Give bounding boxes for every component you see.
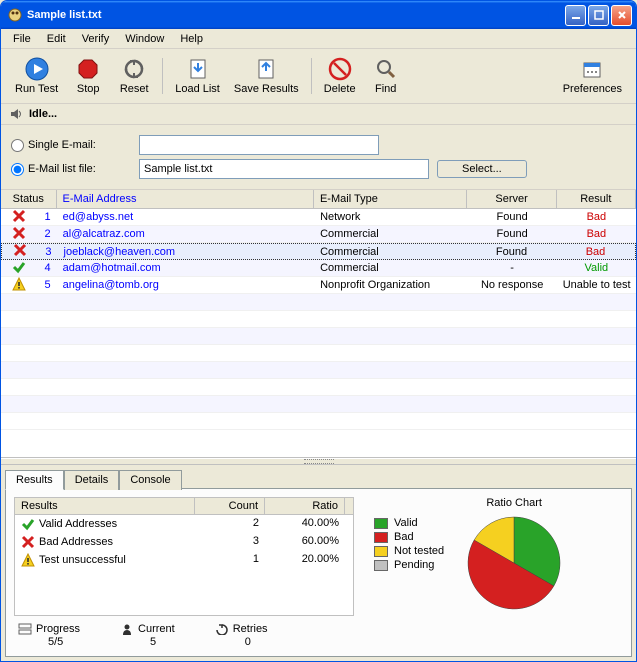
grid-header: Status E-Mail Address E-Mail Type Server…	[1, 190, 636, 209]
load-list-button[interactable]: Load List	[169, 55, 226, 97]
status-text: Idle...	[29, 108, 57, 120]
delete-button[interactable]: Delete	[318, 55, 362, 97]
list-file-input[interactable]	[139, 159, 429, 179]
select-button[interactable]: Select...	[437, 160, 527, 178]
save-icon	[254, 57, 278, 81]
status-icon	[13, 243, 27, 257]
stop-button[interactable]: Stop	[66, 55, 110, 97]
play-icon	[25, 57, 49, 81]
save-results-button[interactable]: Save Results	[228, 55, 305, 97]
tab-details[interactable]: Details	[64, 470, 120, 490]
table-row-empty	[1, 413, 636, 430]
chart-legend: Valid Bad Not tested Pending	[374, 497, 444, 616]
col-result[interactable]: Result	[557, 190, 636, 208]
single-email-radio[interactable]	[11, 139, 24, 152]
legend-box-nottested	[374, 546, 388, 557]
menubar: File Edit Verify Window Help	[1, 29, 636, 49]
reset-button[interactable]: Reset	[112, 55, 156, 97]
status-bar: Idle...	[1, 104, 636, 125]
window-title: Sample list.txt	[27, 9, 565, 21]
input-area: Single E-mail: E-Mail list file: Select.…	[1, 125, 636, 190]
load-icon	[186, 57, 210, 81]
menu-window[interactable]: Window	[117, 31, 172, 47]
status-icon	[21, 517, 35, 531]
app-icon	[7, 7, 23, 23]
res-col-label: Results	[15, 498, 195, 514]
table-row-empty	[1, 328, 636, 345]
status-icon	[21, 553, 35, 567]
progress-icon	[18, 622, 32, 636]
menu-file[interactable]: File	[5, 31, 39, 47]
menu-edit[interactable]: Edit	[39, 31, 74, 47]
table-row[interactable]: 3joeblack@heaven.comCommercialFoundBad	[1, 243, 636, 260]
menu-verify[interactable]: Verify	[74, 31, 118, 47]
preferences-button[interactable]: Preferences	[557, 55, 628, 97]
table-row[interactable]: 5angelina@tomb.orgNonprofit Organization…	[1, 277, 636, 294]
res-col-ratio: Ratio	[265, 498, 345, 514]
table-row-empty	[1, 379, 636, 396]
run-test-button[interactable]: Run Test	[9, 55, 64, 97]
col-type[interactable]: E-Mail Type	[314, 190, 468, 208]
progress-value: 5/5	[18, 636, 80, 648]
preferences-icon	[580, 57, 604, 81]
table-row[interactable]: 2al@alcatraz.comCommercialFoundBad	[1, 226, 636, 243]
close-button[interactable]	[611, 5, 632, 26]
col-status[interactable]: Status	[1, 190, 57, 208]
single-email-input[interactable]	[139, 135, 379, 155]
maximize-button[interactable]	[588, 5, 609, 26]
sound-icon	[9, 107, 23, 121]
table-row-empty	[1, 345, 636, 362]
chart-title: Ratio Chart	[464, 497, 564, 509]
bottom-tabs: Results Details Console	[5, 469, 632, 489]
toolbar: Run Test Stop Reset Load List Save Resul…	[1, 49, 636, 104]
table-row[interactable]: 4adam@hotmail.comCommercial-Valid	[1, 260, 636, 277]
results-row: Valid Addresses240.00%	[15, 515, 353, 533]
table-row-empty	[1, 294, 636, 311]
legend-box-valid	[374, 518, 388, 529]
delete-icon	[328, 57, 352, 81]
tab-content: Results Count Ratio Valid Addresses240.0…	[5, 488, 632, 657]
results-row: Test unsuccessful120.00%	[15, 551, 353, 569]
retries-value: 0	[215, 636, 268, 648]
list-file-radio[interactable]	[11, 163, 24, 176]
tab-results[interactable]: Results	[5, 470, 64, 490]
tab-console[interactable]: Console	[119, 470, 181, 490]
find-icon	[374, 57, 398, 81]
table-row-empty	[1, 311, 636, 328]
titlebar: Sample list.txt	[1, 1, 636, 29]
status-icon	[21, 535, 35, 549]
reset-icon	[122, 57, 146, 81]
retries-icon	[215, 622, 229, 636]
status-icon	[12, 277, 26, 291]
legend-box-pending	[374, 560, 388, 571]
current-value: 5	[120, 636, 175, 648]
res-col-count: Count	[195, 498, 265, 514]
find-button[interactable]: Find	[364, 55, 408, 97]
person-icon	[120, 622, 134, 636]
status-icon	[12, 260, 26, 274]
table-row-empty	[1, 362, 636, 379]
stop-icon	[76, 57, 100, 81]
minimize-button[interactable]	[565, 5, 586, 26]
status-icon	[12, 226, 26, 240]
menu-help[interactable]: Help	[172, 31, 211, 47]
table-row[interactable]: 1ed@abyss.netNetworkFoundBad	[1, 209, 636, 226]
list-file-radio-label[interactable]: E-Mail list file:	[11, 163, 131, 176]
status-icon	[12, 209, 26, 223]
single-email-radio-label[interactable]: Single E-mail:	[11, 139, 131, 152]
col-server[interactable]: Server	[467, 190, 556, 208]
results-row: Bad Addresses360.00%	[15, 533, 353, 551]
legend-box-bad	[374, 532, 388, 543]
table-row-empty	[1, 396, 636, 413]
pie-chart	[464, 513, 564, 613]
results-table: Results Count Ratio Valid Addresses240.0…	[14, 497, 354, 616]
col-email[interactable]: E-Mail Address	[57, 190, 314, 208]
ratio-chart: Ratio Chart	[464, 497, 564, 616]
splitter[interactable]	[1, 458, 636, 465]
email-grid[interactable]: Status E-Mail Address E-Mail Type Server…	[1, 190, 636, 458]
results-footer: Progress 5/5 Current 5 Retries 0	[14, 616, 623, 648]
